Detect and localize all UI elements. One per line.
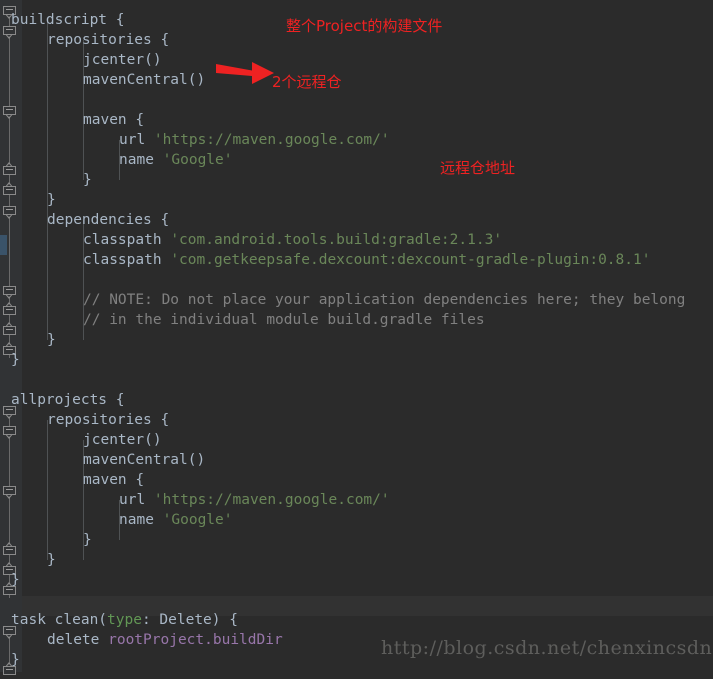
code-line[interactable]: } — [83, 170, 92, 190]
code-token: buildscript { — [11, 12, 125, 28]
code-line[interactable]: } — [83, 530, 92, 550]
code-token: mavenCentral() — [83, 72, 206, 88]
code-token: : Delete) { — [141, 612, 238, 628]
code-line[interactable]: } — [11, 650, 20, 670]
code-token: 'com.android.tools.build:gradle:2.1.3' — [170, 232, 503, 248]
code-token: jcenter() — [83, 52, 162, 68]
code-editor: buildscript { repositories { jcenter() mave… — [0, 0, 713, 675]
code-line[interactable]: classpath 'com.getkeepsafe.dexcount:dexc… — [83, 250, 650, 270]
code-line[interactable]: buildscript { — [11, 10, 125, 30]
code-line[interactable] — [11, 590, 20, 610]
code-text-area[interactable]: buildscript { repositories { jcenter() mave… — [0, 0, 713, 672]
code-line[interactable]: dependencies { — [47, 210, 169, 230]
watermark-url: http://blog.csdn.net/chenxincsdn — [381, 637, 713, 659]
code-line[interactable]: maven { — [83, 110, 144, 130]
code-line[interactable]: } — [11, 350, 20, 370]
code-token: url — [119, 132, 154, 148]
code-line[interactable]: delete rootProject.buildDir — [47, 630, 283, 650]
code-token: dependencies { — [47, 212, 170, 228]
code-token: delete — [47, 632, 109, 648]
code-token: 'https://maven.google.com/' — [153, 132, 390, 148]
code-token: mavenCentral() — [83, 452, 206, 468]
code-token: type — [107, 612, 142, 628]
code-token: } — [11, 572, 20, 588]
code-token: repositories { — [47, 412, 170, 428]
code-line[interactable]: } — [11, 570, 20, 590]
code-token: name — [119, 152, 163, 168]
code-line[interactable]: classpath 'com.android.tools.build:gradl… — [83, 230, 502, 250]
code-token: url — [119, 492, 154, 508]
code-line[interactable] — [11, 370, 20, 390]
code-token: 'com.getkeepsafe.dexcount:dexcount-gradl… — [170, 252, 651, 268]
code-token: task clean( — [11, 612, 108, 628]
code-token: classpath — [83, 252, 171, 268]
code-line[interactable]: url 'https://maven.google.com/' — [119, 490, 390, 510]
code-line[interactable]: // NOTE: Do not place your application d… — [83, 290, 685, 310]
code-token: repositories { — [47, 32, 170, 48]
code-line[interactable]: repositories { — [47, 410, 169, 430]
code-token: } — [83, 172, 92, 188]
code-line[interactable] — [11, 90, 20, 110]
code-token: } — [11, 352, 20, 368]
code-line[interactable]: } — [47, 330, 56, 350]
code-line[interactable]: } — [47, 550, 56, 570]
code-line[interactable]: name 'Google' — [119, 150, 233, 170]
code-token: 'Google' — [162, 152, 233, 168]
code-token: name — [119, 512, 163, 528]
code-line[interactable]: repositories { — [47, 30, 169, 50]
code-token: 'https://maven.google.com/' — [153, 492, 390, 508]
red-annotation-text: 整个Project的构建文件 — [286, 17, 443, 35]
code-line[interactable]: allprojects { — [11, 390, 125, 410]
code-line[interactable]: } — [47, 190, 56, 210]
code-token: } — [47, 552, 56, 568]
red-annotation-text: 2个远程仓 — [272, 73, 342, 91]
red-right-arrow-icon — [216, 62, 274, 84]
code-line[interactable]: // in the individual module build.gradle… — [83, 310, 485, 330]
code-line[interactable]: jcenter() — [83, 430, 162, 450]
code-token: allprojects { — [11, 392, 125, 408]
code-token: maven { — [83, 472, 145, 488]
code-line[interactable]: mavenCentral() — [83, 70, 205, 90]
code-token: } — [47, 332, 56, 348]
code-line[interactable]: name 'Google' — [119, 510, 233, 530]
code-line[interactable]: mavenCentral() — [83, 450, 205, 470]
code-token: classpath — [83, 232, 171, 248]
code-token: } — [11, 652, 20, 668]
code-token: } — [83, 532, 92, 548]
code-line[interactable]: jcenter() — [83, 50, 162, 70]
code-token: // in the individual module build.gradle… — [83, 312, 485, 328]
red-annotation-text: 远程仓地址 — [440, 159, 516, 177]
code-line[interactable] — [11, 270, 20, 290]
code-token: jcenter() — [83, 432, 162, 448]
code-line[interactable]: url 'https://maven.google.com/' — [119, 130, 390, 150]
code-token: rootProject.buildDir — [108, 632, 283, 648]
code-token: } — [47, 192, 56, 208]
code-line[interactable]: maven { — [83, 470, 144, 490]
code-token: // NOTE: Do not place your application d… — [83, 292, 686, 308]
code-token: 'Google' — [162, 512, 233, 528]
code-token: maven { — [83, 112, 145, 128]
code-line[interactable]: task clean(type: Delete) { — [11, 610, 238, 630]
